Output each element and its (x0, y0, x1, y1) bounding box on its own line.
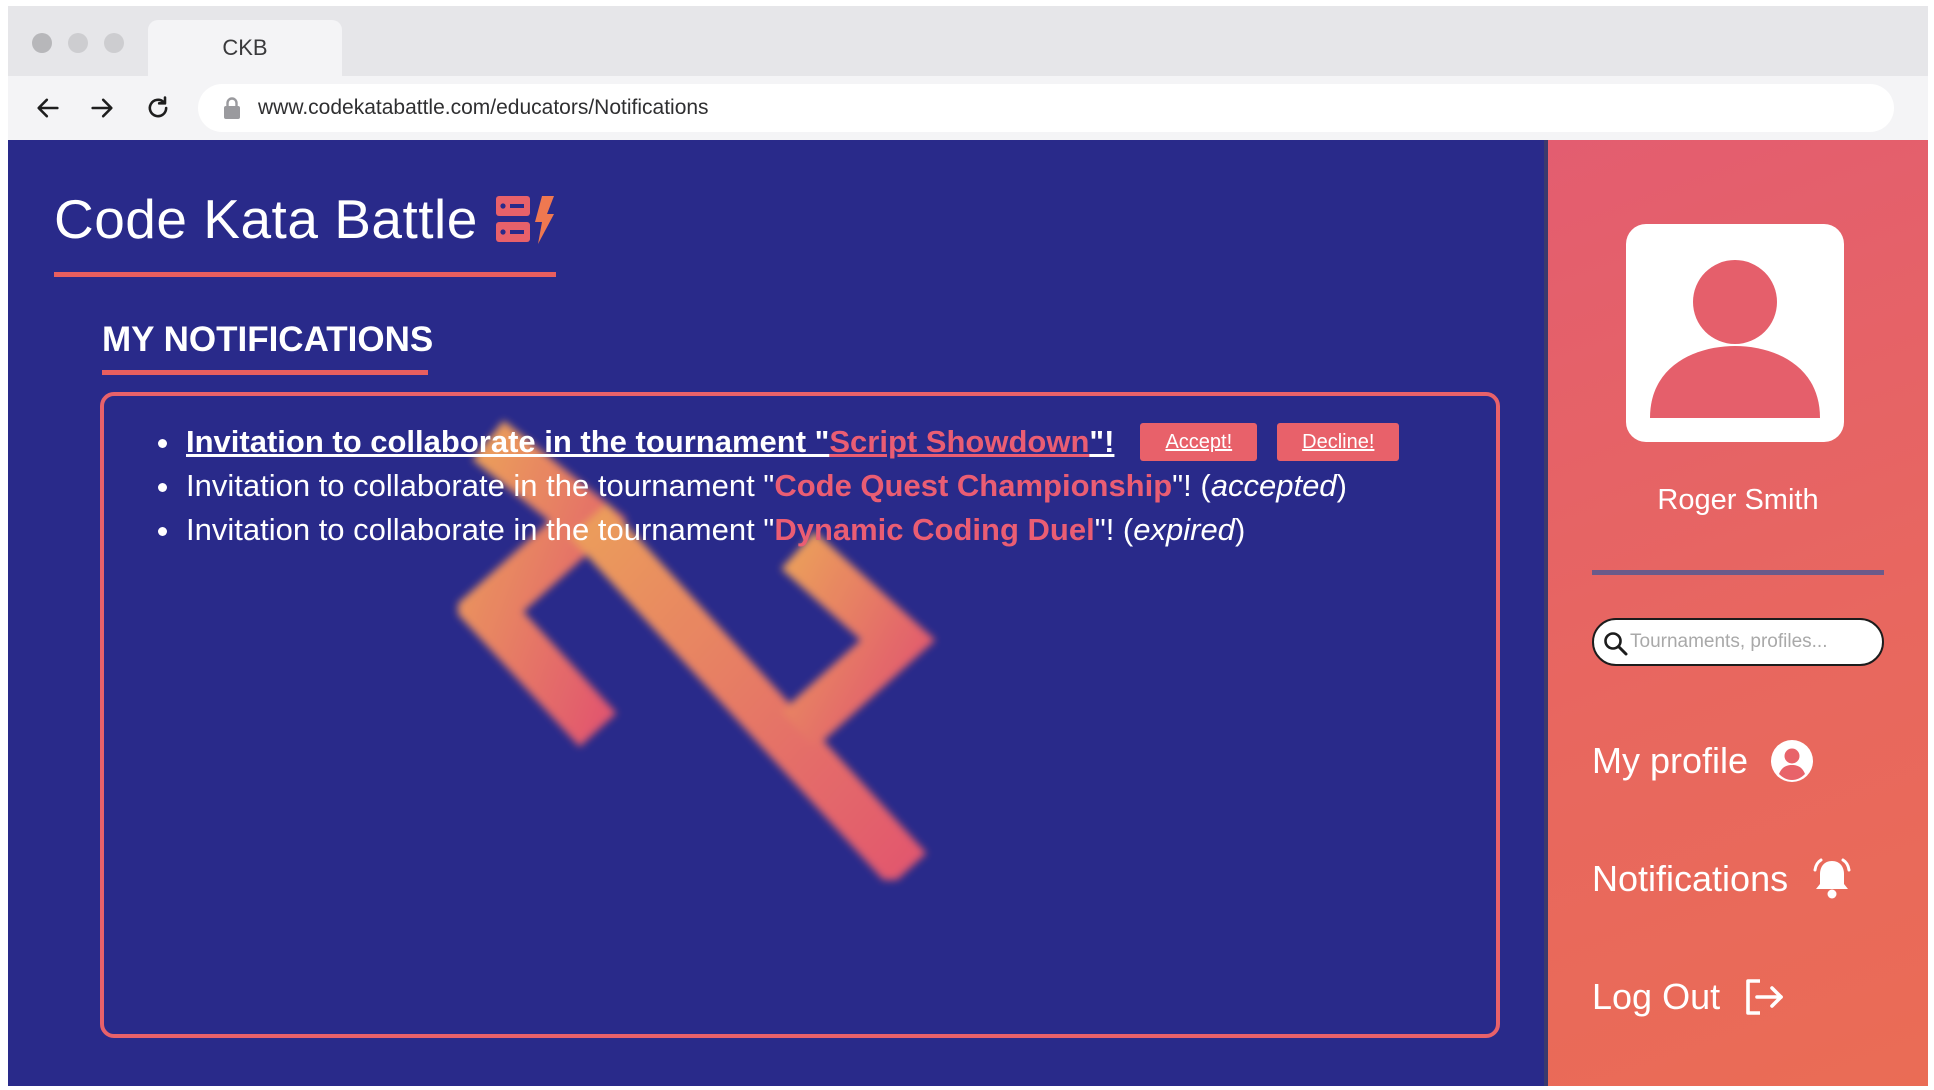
search-box[interactable] (1592, 618, 1884, 666)
sidebar-item-notifications[interactable]: Notifications (1592, 852, 1854, 906)
window-maximize-control[interactable] (104, 33, 124, 53)
brand-title: Code Kata Battle (54, 188, 478, 250)
window-close-control[interactable] (32, 33, 52, 53)
address-bar[interactable]: www.codekatabattle.com/educators/Notific… (198, 84, 1894, 132)
page-title: MY NOTIFICATIONS (102, 320, 434, 359)
avatar[interactable] (1626, 224, 1844, 442)
accept-button[interactable]: Accept! (1140, 423, 1258, 461)
search-icon (1604, 632, 1628, 656)
sidebar-divider (1592, 570, 1884, 575)
url-text: www.codekatabattle.com/educators/Notific… (258, 96, 709, 119)
notification-text: Invitation to collaborate in the tournam… (186, 512, 775, 547)
bell-icon (1813, 858, 1851, 899)
logout-icon (1746, 979, 1783, 1015)
tournament-link[interactable]: Code Quest Championship (774, 468, 1172, 504)
sidebar-item-label: Log Out (1592, 976, 1721, 1017)
sidebar-item-my-profile[interactable]: My profile (1592, 734, 1814, 788)
user-name: Roger Smith (1657, 484, 1819, 516)
notification-text-end: "! ( (1094, 512, 1134, 547)
notification-text-end: "! (1089, 424, 1115, 459)
browser-window: CKB www.codekatabattle.com/educators/Not… (8, 6, 1928, 1086)
ckb-logo-icon (495, 196, 554, 244)
tournament-link[interactable]: Dynamic Coding Duel (774, 512, 1094, 548)
sidebar-item-label: My profile (1592, 740, 1749, 781)
window-minimize-control[interactable] (68, 33, 88, 53)
forward-button[interactable] (84, 90, 120, 126)
sidebar-item-log-out[interactable]: Log Out (1592, 970, 1786, 1024)
tab-title: CKB (222, 35, 268, 60)
status-label: accepted (1210, 468, 1337, 503)
browser-nav-bar: www.codekatabattle.com/educators/Notific… (8, 76, 1928, 140)
notification-item-code-quest: Invitation to collaborate in the tournam… (148, 464, 1399, 508)
status-label: expired (1133, 512, 1235, 547)
notification-item-script-showdown[interactable]: Invitation to collaborate in the tournam… (148, 420, 1400, 464)
page-title-underline (102, 370, 428, 375)
search-input[interactable] (1630, 620, 1878, 664)
main-area: Code Kata Battle MY NOTIFICATIONS Invita… (8, 140, 1544, 1086)
arrow-left-icon (37, 98, 59, 118)
browser-tab-bar: CKB (8, 6, 1928, 76)
notification-text: Invitation to collaborate in the tournam… (186, 468, 775, 503)
brand-underline (54, 272, 556, 277)
status-close: ) (1336, 468, 1347, 503)
browser-tab[interactable]: CKB (148, 20, 342, 76)
user-avatar-icon (1650, 260, 1820, 418)
notifications-list: Invitation to collaborate in the tournam… (148, 420, 1400, 552)
arrow-right-icon (91, 98, 113, 118)
reload-button[interactable] (140, 90, 176, 126)
sidebar: Roger Smith My profile Notifications (1544, 140, 1928, 1086)
decline-button[interactable]: Decline! (1277, 423, 1400, 461)
page-content: Code Kata Battle MY NOTIFICATIONS Invita… (8, 140, 1928, 1086)
sidebar-item-label: Notifications (1592, 858, 1789, 899)
user-circle-icon (1771, 740, 1814, 782)
notification-text: Invitation to collaborate in the tournam… (186, 424, 830, 459)
status-close: ) (1234, 512, 1246, 547)
notification-text-end: "! ( (1172, 468, 1211, 503)
lock-icon (224, 97, 240, 119)
back-button[interactable] (30, 90, 66, 126)
notification-item-dynamic-coding: Invitation to collaborate in the tournam… (148, 508, 1399, 552)
brand-header[interactable]: Code Kata Battle (54, 188, 554, 250)
tournament-link[interactable]: Script Showdown (829, 424, 1089, 460)
reload-icon (148, 96, 168, 118)
